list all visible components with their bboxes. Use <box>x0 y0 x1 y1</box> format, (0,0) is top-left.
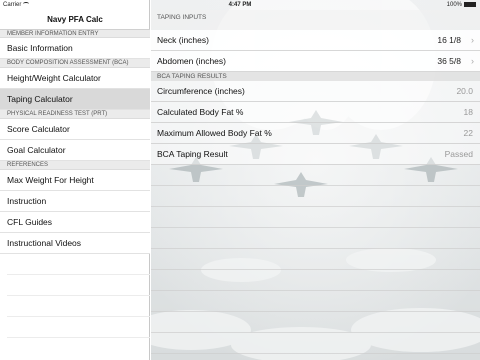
abdomen-label: Abdomen (inches) <box>157 56 226 66</box>
taping-calculator-form: TAPING INPUTS Neck (inches) 16 1/8 › Abd… <box>151 0 480 360</box>
sidebar-item-taping-calculator[interactable]: Taping Calculator <box>0 89 150 110</box>
calculated-body-fat-row: Calculated Body Fat % 18 <box>151 102 480 123</box>
sidebar-item-instruction[interactable]: Instruction <box>0 191 150 212</box>
empty-row <box>151 165 480 186</box>
status-time: 4:47 PM <box>228 2 252 8</box>
bca-taping-result-label: BCA Taping Result <box>157 149 228 159</box>
chevron-right-icon: › <box>471 35 474 45</box>
sidebar-item-instructional-videos[interactable]: Instructional Videos <box>0 233 150 254</box>
max-allowed-body-fat-label: Maximum Allowed Body Fat % <box>157 128 272 138</box>
neck-input-row[interactable]: Neck (inches) 16 1/8 › <box>151 30 480 51</box>
circumference-label: Circumference (inches) <box>157 86 245 96</box>
section-header-prt: PHYSICAL READINESS TEST (PRT) <box>0 110 150 119</box>
section-header-bca-taping-results: BCA TAPING RESULTS <box>151 72 480 81</box>
empty-row <box>151 312 480 333</box>
section-header-taping-inputs: TAPING INPUTS <box>151 10 480 30</box>
section-header-bca: BODY COMPOSITION ASSESSMENT (BCA) <box>0 59 150 68</box>
section-header-references: REFERENCES <box>0 161 150 170</box>
sidebar-item-score-calculator[interactable]: Score Calculator <box>0 119 150 140</box>
detail-pane: TAPING INPUTS Neck (inches) 16 1/8 › Abd… <box>151 0 480 360</box>
section-header-member-info: MEMBER INFORMATION ENTRY <box>0 30 150 38</box>
empty-row <box>7 296 150 317</box>
chevron-right-icon: › <box>471 56 474 66</box>
sidebar-item-goal-calculator[interactable]: Goal Calculator <box>0 140 150 161</box>
empty-row <box>151 270 480 291</box>
sidebar: Navy PFA Calc MEMBER INFORMATION ENTRY B… <box>0 0 150 360</box>
empty-row <box>151 228 480 249</box>
sidebar-item-basic-information[interactable]: Basic Information <box>0 38 150 59</box>
status-bar: Carrier 4:47 PM 100% <box>0 0 480 10</box>
battery-percent: 100% <box>446 2 462 8</box>
empty-row <box>151 249 480 270</box>
neck-label: Neck (inches) <box>157 35 209 45</box>
empty-row <box>7 275 150 296</box>
empty-row <box>151 207 480 228</box>
max-allowed-body-fat-row: Maximum Allowed Body Fat % 22 <box>151 123 480 144</box>
sidebar-menu-list: MEMBER INFORMATION ENTRY Basic Informati… <box>0 30 150 338</box>
battery-icon <box>464 2 476 7</box>
sidebar-item-cfl-guides[interactable]: CFL Guides <box>0 212 150 233</box>
empty-row <box>7 254 150 275</box>
abdomen-value: 36 5/8 <box>437 56 461 66</box>
empty-row <box>151 186 480 207</box>
empty-row <box>151 333 480 354</box>
bca-taping-result-value: Passed <box>444 149 473 159</box>
sidebar-title: Navy PFA Calc <box>0 10 150 30</box>
circumference-value: 20.0 <box>456 86 473 96</box>
empty-row <box>151 291 480 312</box>
calculated-body-fat-value: 18 <box>463 107 473 117</box>
sidebar-item-max-weight-for-height[interactable]: Max Weight For Height <box>0 170 150 191</box>
bca-taping-result-row: BCA Taping Result Passed <box>151 144 480 165</box>
max-allowed-body-fat-value: 22 <box>463 128 473 138</box>
neck-value: 16 1/8 <box>437 35 461 45</box>
circumference-row: Circumference (inches) 20.0 <box>151 81 480 102</box>
calculated-body-fat-label: Calculated Body Fat % <box>157 107 244 117</box>
empty-row <box>7 317 150 338</box>
empty-table-rows <box>151 165 480 354</box>
sidebar-item-height-weight-calculator[interactable]: Height/Weight Calculator <box>0 68 150 89</box>
abdomen-input-row[interactable]: Abdomen (inches) 36 5/8 › <box>151 51 480 72</box>
